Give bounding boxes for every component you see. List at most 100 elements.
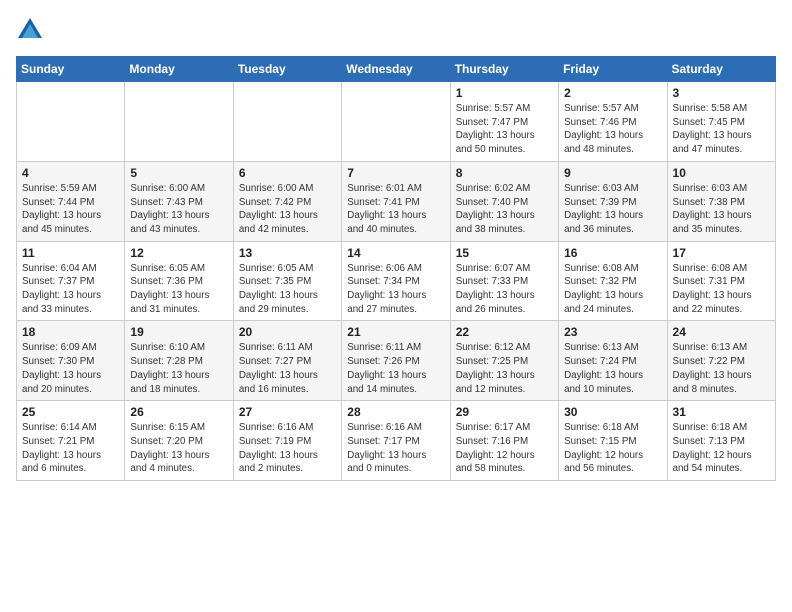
day-number: 18 (22, 325, 119, 339)
calendar-week-row: 18 Sunrise: 6:09 AM Sunset: 7:30 PM Dayli… (17, 321, 776, 401)
day-number: 12 (130, 246, 227, 260)
day-number: 27 (239, 405, 336, 419)
day-info: Sunrise: 6:03 AM Sunset: 7:39 PM Dayligh… (564, 182, 661, 237)
calendar-cell: 1 Sunrise: 5:57 AM Sunset: 7:47 PM Daylig… (450, 82, 558, 162)
day-number: 5 (130, 166, 227, 180)
calendar-cell: 14 Sunrise: 6:06 AM Sunset: 7:34 PM Dayli… (342, 241, 450, 321)
weekday-header-saturday: Saturday (667, 57, 775, 82)
day-number: 7 (347, 166, 444, 180)
calendar-week-row: 11 Sunrise: 6:04 AM Sunset: 7:37 PM Dayli… (17, 241, 776, 321)
day-number: 11 (22, 246, 119, 260)
day-info: Sunrise: 6:11 AM Sunset: 7:26 PM Dayligh… (347, 341, 444, 396)
calendar-cell: 23Sunrise: 6:13 AM Sunset: 7:24 PM Dayli… (559, 321, 667, 401)
calendar-cell: 8Sunrise: 6:02 AM Sunset: 7:40 PM Daylig… (450, 161, 558, 241)
day-info: Sunrise: 6:00 AM Sunset: 7:42 PM Dayligh… (239, 182, 336, 237)
day-number: 25 (22, 405, 119, 419)
day-number: 28 (347, 405, 444, 419)
day-number: 31 (673, 405, 770, 419)
day-number: 29 (456, 405, 553, 419)
calendar-cell: 22 Sunrise: 6:12 AM Sunset: 7:25 PM Dayli… (450, 321, 558, 401)
day-info: Sunrise: 6:08 AM Sunset: 7:32 PM Dayligh… (564, 262, 661, 317)
day-info: Sunrise: 6:09 AM Sunset: 7:30 PM Dayligh… (22, 341, 119, 396)
day-info: Sunrise: 6:18 AM Sunset: 7:13 PM Dayligh… (673, 421, 770, 476)
day-info: Sunrise: 6:13 AM Sunset: 7:22 PM Dayligh… (673, 341, 770, 396)
calendar-cell: 21Sunrise: 6:11 AM Sunset: 7:26 PM Dayli… (342, 321, 450, 401)
weekday-header-thursday: Thursday (450, 57, 558, 82)
calendar-cell: 2Sunrise: 5:57 AM Sunset: 7:46 PM Daylig… (559, 82, 667, 162)
day-number: 22 (456, 325, 553, 339)
day-number: 16 (564, 246, 661, 260)
day-info: Sunrise: 6:05 AM Sunset: 7:36 PM Dayligh… (130, 262, 227, 317)
calendar-cell: 12 Sunrise: 6:05 AM Sunset: 7:36 PM Dayli… (125, 241, 233, 321)
day-number: 6 (239, 166, 336, 180)
logo (16, 16, 48, 44)
calendar-cell (17, 82, 125, 162)
day-info: Sunrise: 6:12 AM Sunset: 7:25 PM Dayligh… (456, 341, 553, 396)
day-number: 14 (347, 246, 444, 260)
calendar-cell (342, 82, 450, 162)
calendar-week-row: 25 Sunrise: 6:14 AM Sunset: 7:21 PM Dayli… (17, 401, 776, 481)
calendar-cell: 18 Sunrise: 6:09 AM Sunset: 7:30 PM Dayli… (17, 321, 125, 401)
day-number: 26 (130, 405, 227, 419)
day-info: Sunrise: 6:08 AM Sunset: 7:31 PM Dayligh… (673, 262, 770, 317)
calendar-cell: 6 Sunrise: 6:00 AM Sunset: 7:42 PM Daylig… (233, 161, 341, 241)
day-info: Sunrise: 6:02 AM Sunset: 7:40 PM Dayligh… (456, 182, 553, 237)
day-number: 9 (564, 166, 661, 180)
calendar-cell: 16 Sunrise: 6:08 AM Sunset: 7:32 PM Dayli… (559, 241, 667, 321)
day-info: Sunrise: 5:57 AM Sunset: 7:47 PM Dayligh… (456, 102, 553, 157)
calendar-week-row: 4 Sunrise: 5:59 AM Sunset: 7:44 PM Daylig… (17, 161, 776, 241)
day-info: Sunrise: 5:58 AM Sunset: 7:45 PM Dayligh… (673, 102, 770, 157)
day-info: Sunrise: 6:00 AM Sunset: 7:43 PM Dayligh… (130, 182, 227, 237)
day-number: 1 (456, 86, 553, 100)
day-info: Sunrise: 5:59 AM Sunset: 7:44 PM Dayligh… (22, 182, 119, 237)
logo-icon (16, 16, 44, 44)
calendar-cell: 25 Sunrise: 6:14 AM Sunset: 7:21 PM Dayli… (17, 401, 125, 481)
day-info: Sunrise: 6:10 AM Sunset: 7:28 PM Dayligh… (130, 341, 227, 396)
calendar-cell: 3 Sunrise: 5:58 AM Sunset: 7:45 PM Daylig… (667, 82, 775, 162)
day-info: Sunrise: 6:06 AM Sunset: 7:34 PM Dayligh… (347, 262, 444, 317)
weekday-header-tuesday: Tuesday (233, 57, 341, 82)
day-info: Sunrise: 6:13 AM Sunset: 7:24 PM Dayligh… (564, 341, 661, 396)
calendar-cell: 31 Sunrise: 6:18 AM Sunset: 7:13 PM Dayli… (667, 401, 775, 481)
calendar-cell: 28 Sunrise: 6:16 AM Sunset: 7:17 PM Dayli… (342, 401, 450, 481)
weekday-header-monday: Monday (125, 57, 233, 82)
day-number: 30 (564, 405, 661, 419)
day-info: Sunrise: 6:03 AM Sunset: 7:38 PM Dayligh… (673, 182, 770, 237)
page-header (16, 16, 776, 44)
calendar-cell: 19 Sunrise: 6:10 AM Sunset: 7:28 PM Dayli… (125, 321, 233, 401)
calendar-cell: 17 Sunrise: 6:08 AM Sunset: 7:31 PM Dayli… (667, 241, 775, 321)
weekday-header-row: SundayMondayTuesdayWednesdayThursdayFrid… (17, 57, 776, 82)
day-number: 15 (456, 246, 553, 260)
day-info: Sunrise: 5:57 AM Sunset: 7:46 PM Dayligh… (564, 102, 661, 157)
calendar-cell (125, 82, 233, 162)
day-info: Sunrise: 6:16 AM Sunset: 7:17 PM Dayligh… (347, 421, 444, 476)
calendar-cell: 5 Sunrise: 6:00 AM Sunset: 7:43 PM Daylig… (125, 161, 233, 241)
day-info: Sunrise: 6:07 AM Sunset: 7:33 PM Dayligh… (456, 262, 553, 317)
day-number: 13 (239, 246, 336, 260)
calendar-cell: 24 Sunrise: 6:13 AM Sunset: 7:22 PM Dayli… (667, 321, 775, 401)
weekday-header-friday: Friday (559, 57, 667, 82)
calendar-cell: 29 Sunrise: 6:17 AM Sunset: 7:16 PM Dayli… (450, 401, 558, 481)
weekday-header-sunday: Sunday (17, 57, 125, 82)
day-number: 4 (22, 166, 119, 180)
day-info: Sunrise: 6:04 AM Sunset: 7:37 PM Dayligh… (22, 262, 119, 317)
calendar-cell: 4 Sunrise: 5:59 AM Sunset: 7:44 PM Daylig… (17, 161, 125, 241)
day-info: Sunrise: 6:01 AM Sunset: 7:41 PM Dayligh… (347, 182, 444, 237)
day-number: 24 (673, 325, 770, 339)
day-info: Sunrise: 6:05 AM Sunset: 7:35 PM Dayligh… (239, 262, 336, 317)
day-number: 19 (130, 325, 227, 339)
day-number: 3 (673, 86, 770, 100)
day-info: Sunrise: 6:14 AM Sunset: 7:21 PM Dayligh… (22, 421, 119, 476)
calendar-table: SundayMondayTuesdayWednesdayThursdayFrid… (16, 56, 776, 481)
day-info: Sunrise: 6:15 AM Sunset: 7:20 PM Dayligh… (130, 421, 227, 476)
day-info: Sunrise: 6:17 AM Sunset: 7:16 PM Dayligh… (456, 421, 553, 476)
calendar-cell: 10Sunrise: 6:03 AM Sunset: 7:38 PM Dayli… (667, 161, 775, 241)
day-info: Sunrise: 6:16 AM Sunset: 7:19 PM Dayligh… (239, 421, 336, 476)
calendar-cell: 20Sunrise: 6:11 AM Sunset: 7:27 PM Dayli… (233, 321, 341, 401)
calendar-cell: 26 Sunrise: 6:15 AM Sunset: 7:20 PM Dayli… (125, 401, 233, 481)
day-info: Sunrise: 6:18 AM Sunset: 7:15 PM Dayligh… (564, 421, 661, 476)
calendar-cell: 27 Sunrise: 6:16 AM Sunset: 7:19 PM Dayli… (233, 401, 341, 481)
day-number: 17 (673, 246, 770, 260)
calendar-cell: 30 Sunrise: 6:18 AM Sunset: 7:15 PM Dayli… (559, 401, 667, 481)
calendar-cell: 11 Sunrise: 6:04 AM Sunset: 7:37 PM Dayli… (17, 241, 125, 321)
